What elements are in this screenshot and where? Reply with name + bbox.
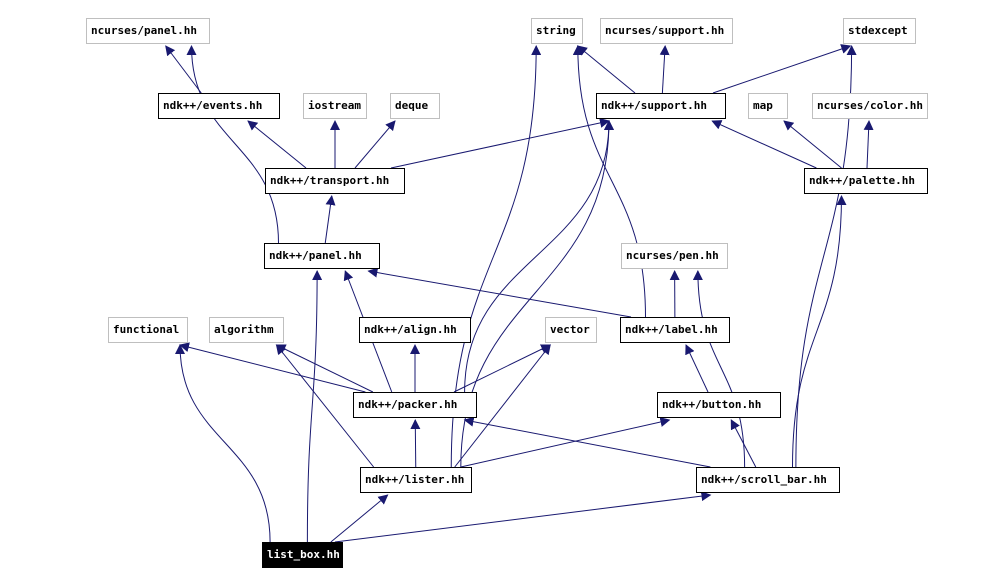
node-ndk-palette[interactable]: ndk++/palette.hh bbox=[804, 168, 928, 194]
node-ndk-label[interactable]: ndk++/label.hh bbox=[620, 317, 730, 343]
node-ndk-scroll-bar[interactable]: ndk++/scroll_bar.hh bbox=[696, 467, 840, 493]
node-map[interactable]: map bbox=[748, 93, 788, 119]
edge-ndk-lister-to-ndk-packer bbox=[410, 419, 421, 468]
node-ncurses-support[interactable]: ncurses/support.hh bbox=[600, 18, 733, 44]
dependency-graph bbox=[165, 44, 874, 543]
node-ncurses-panel[interactable]: ncurses/panel.hh bbox=[86, 18, 210, 44]
edge-ndk-panel-to-ndk-transport bbox=[324, 195, 336, 244]
edge-ndk-palette-to-ncurses-color bbox=[863, 120, 874, 169]
edge-ndk-events-to-ncurses-panel bbox=[165, 45, 202, 94]
edge-ndk-palette-to-map bbox=[783, 120, 842, 169]
node-ndk-button[interactable]: ndk++/button.hh bbox=[657, 392, 781, 418]
node-list-box[interactable]: list_box.hh bbox=[262, 542, 343, 568]
node-ncurses-color[interactable]: ncurses/color.hh bbox=[812, 93, 928, 119]
node-stdexcept[interactable]: stdexcept bbox=[843, 18, 916, 44]
node-vector[interactable]: vector bbox=[545, 317, 597, 343]
edge-ndk-scroll-bar-to-ncurses-pen bbox=[692, 270, 746, 468]
edge-ndk-transport-to-deque bbox=[354, 120, 396, 169]
node-ndk-support[interactable]: ndk++/support.hh bbox=[596, 93, 726, 119]
node-ndk-events[interactable]: ndk++/events.hh bbox=[158, 93, 280, 119]
node-ncurses-pen[interactable]: ncurses/pen.hh bbox=[621, 243, 728, 269]
node-string[interactable]: string bbox=[531, 18, 583, 44]
edge-ndk-lister-to-ndk-button bbox=[460, 417, 671, 468]
edge-ndk-packer-to-algorithm bbox=[275, 344, 374, 393]
node-ndk-align[interactable]: ndk++/align.hh bbox=[359, 317, 471, 343]
edge-ndk-scroll-bar-to-ndk-packer bbox=[463, 416, 711, 468]
edge-ndk-button-to-ndk-label bbox=[685, 344, 709, 393]
edge-list-box-to-ndk-lister bbox=[330, 494, 389, 543]
edge-ndk-support-to-string bbox=[577, 45, 636, 94]
node-ndk-packer[interactable]: ndk++/packer.hh bbox=[353, 392, 477, 418]
node-ndk-panel[interactable]: ndk++/panel.hh bbox=[264, 243, 380, 269]
edge-ndk-panel-to-ncurses-panel bbox=[186, 45, 279, 244]
edge-ndk-packer-to-functional bbox=[179, 342, 366, 393]
node-deque[interactable]: deque bbox=[390, 93, 440, 119]
node-ndk-lister[interactable]: ndk++/lister.hh bbox=[360, 467, 472, 493]
edge-ndk-lister-to-ndk-support bbox=[460, 120, 614, 468]
edge-ndk-packer-to-vector bbox=[453, 344, 552, 393]
edge-ndk-scroll-bar-to-ndk-palette bbox=[792, 195, 847, 468]
node-ndk-transport[interactable]: ndk++/transport.hh bbox=[265, 168, 405, 194]
node-algorithm[interactable]: algorithm bbox=[209, 317, 284, 343]
edge-ndk-support-to-ncurses-support bbox=[659, 45, 670, 94]
edge-ndk-label-to-string bbox=[572, 45, 646, 318]
node-functional[interactable]: functional bbox=[108, 317, 188, 343]
node-iostream[interactable]: iostream bbox=[303, 93, 367, 119]
edge-ndk-support-to-stdexcept bbox=[712, 44, 852, 94]
edge-ndk-transport-to-ndk-events bbox=[247, 120, 307, 169]
edge-ndk-palette-to-ndk-support bbox=[711, 120, 817, 169]
edge-list-box-to-ndk-scroll-bar bbox=[334, 491, 712, 543]
edge-ndk-transport-to-ndk-support bbox=[390, 118, 610, 169]
edge-list-box-to-functional bbox=[175, 344, 271, 543]
edge-list-box-to-ndk-panel bbox=[306, 270, 323, 543]
